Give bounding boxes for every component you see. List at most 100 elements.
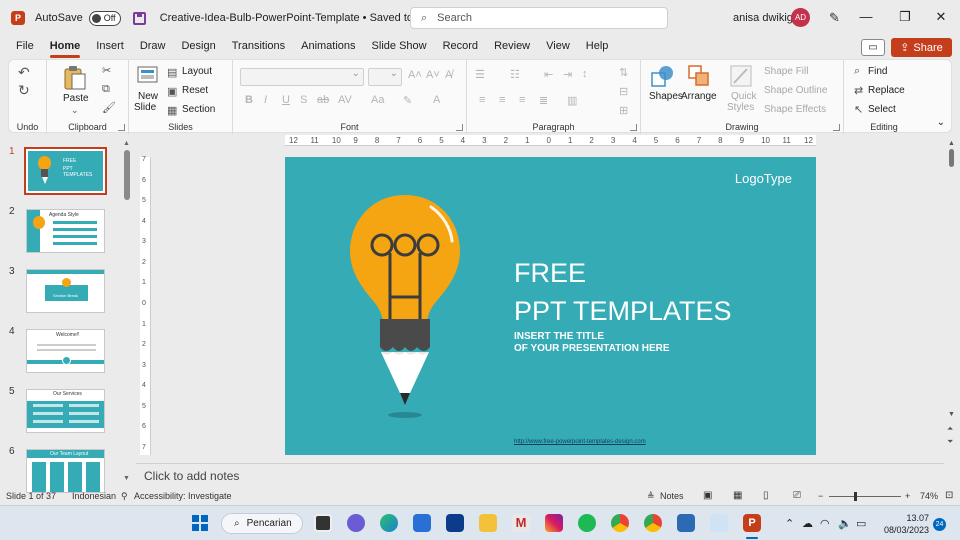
slide-sorter-icon[interactable]: ▦ [733,490,742,501]
accessibility-status[interactable]: Accessibility: Investigate [134,491,232,501]
new-slide-label-1[interactable]: New [138,91,158,102]
font-color-icon[interactable]: A [433,94,440,106]
change-case-icon[interactable]: Aa [371,94,384,106]
notes-placeholder[interactable]: Click to add notes [144,469,239,483]
tab-insert[interactable]: Insert [96,40,124,54]
slide-scrollbar[interactable]: ▲ ▼ ⏶ ⏷ [944,138,960,488]
powerpoint-taskbar-icon[interactable]: P [743,514,761,532]
tab-review[interactable]: Review [494,40,530,54]
zoom-slider[interactable] [829,496,901,497]
mcafee-icon[interactable]: M [512,514,530,532]
logo-placeholder[interactable]: LogoType [735,171,792,186]
scrollbar-thumb[interactable] [124,150,130,200]
tab-home[interactable]: Home [49,40,80,58]
shrink-font-icon[interactable]: A˅ [426,69,440,81]
text-direction-icon[interactable]: ⇅ [619,66,628,79]
notes-button[interactable]: Notes [660,491,684,501]
task-view-icon[interactable] [314,514,332,532]
slide-thumbnail[interactable]: Our Services [26,389,105,433]
tab-design[interactable]: Design [181,40,215,54]
tab-help[interactable]: Help [586,40,609,54]
minimize-icon[interactable]: — [858,9,874,24]
slide-thumbnail[interactable]: Welcome!! [26,329,105,373]
chrome-profile-icon[interactable] [644,514,662,532]
comments-button[interactable]: ▭ [861,39,885,56]
fit-to-window-icon[interactable]: ⊡ [945,490,953,501]
font-launcher-icon[interactable] [456,124,463,131]
tab-draw[interactable]: Draw [140,40,166,54]
vpn-app-icon[interactable] [446,514,464,532]
shapes-button[interactable]: Shapes [649,91,683,102]
weather-app-icon[interactable] [710,514,728,532]
wifi-icon[interactable]: ◠ [820,517,830,530]
select-button[interactable]: Select [868,104,896,115]
slideshow-icon[interactable]: ⎚ [793,490,801,501]
pen-icon[interactable]: ✎ [829,10,840,26]
reset-button[interactable]: Reset [182,85,208,96]
highlight-icon[interactable]: ✎ [403,94,412,107]
section-button[interactable]: Section [182,104,215,115]
arrange-icon[interactable] [687,64,711,88]
tab-record[interactable]: Record [443,40,478,54]
search-input[interactable]: ⌕ Search [410,7,668,29]
strikethrough-icon[interactable]: ab [317,94,329,106]
spotify-icon[interactable] [578,514,596,532]
thumbnail-scrollbar[interactable]: ▲ ▼ [123,140,131,483]
arrange-button[interactable]: Arrange [681,91,717,102]
replace-button[interactable]: Replace [868,85,905,96]
show-hidden-icons-icon[interactable]: ⌃ [785,517,794,530]
slide-thumbnail[interactable]: Our Team Layout [26,449,105,493]
windows-start-icon[interactable] [191,514,209,532]
slide-title-line-1[interactable]: FREE [514,258,586,289]
notes-pane[interactable]: Click to add notes [136,463,944,487]
italic-icon[interactable]: I [264,94,267,106]
smartart-icon[interactable]: ⊞ [619,104,628,117]
taskbar-clock[interactable]: 13.07 08/03/2023 [881,512,929,536]
align-right-icon[interactable]: ≡ [519,94,525,106]
notification-badge[interactable]: 24 [933,518,946,531]
collapse-ribbon-icon[interactable]: ⌄ [937,117,945,128]
shape-effects-button[interactable]: Shape Effects [764,104,826,115]
tab-file[interactable]: File [16,40,34,54]
instagram-icon[interactable] [545,514,563,532]
align-text-icon[interactable]: ⊟ [619,85,628,98]
zoom-level[interactable]: 74% [920,491,938,501]
shapes-icon[interactable] [651,64,675,88]
bold-icon[interactable]: B [245,94,253,106]
language-indicator[interactable]: Indonesian [72,491,116,501]
restore-icon[interactable]: ❐ [897,9,913,25]
align-center-icon[interactable]: ≡ [499,94,505,106]
zoom-in-icon[interactable]: + [905,491,910,501]
paste-button[interactable]: Paste [63,93,89,104]
user-name[interactable]: anisa dwikig [733,12,793,24]
decrease-indent-icon[interactable]: ⇤ [544,68,553,81]
tab-slide-show[interactable]: Slide Show [372,40,427,54]
scrollbar-thumb[interactable] [949,149,954,167]
bullets-icon[interactable]: ☰ [475,68,485,81]
align-left-icon[interactable]: ≡ [479,94,485,106]
shape-outline-button[interactable]: Shape Outline [764,85,827,96]
format-painter-icon[interactable]: 🖌 [102,101,116,114]
slide-subtitle[interactable]: INSERT THE TITLE OF YOUR PRESENTATION HE… [514,331,670,355]
slide-title-line-2[interactable]: PPT TEMPLATES [514,296,732,327]
cloud-icon[interactable]: ☁ [802,517,813,530]
columns-icon[interactable]: ▥ [567,94,577,107]
quick-styles-label-1[interactable]: Quick [731,91,757,102]
photos-icon[interactable] [677,514,695,532]
document-title[interactable]: Creative-Idea-Bulb-PowerPoint-Template •… [160,12,452,24]
underline-icon[interactable]: U [282,94,290,106]
slide-thumbnail[interactable]: FREE PPT TEMPLATES [24,147,107,195]
tab-view[interactable]: View [546,40,570,54]
zoom-out-icon[interactable]: − [818,491,823,501]
volume-icon[interactable]: 🔈 [838,517,852,530]
share-button[interactable]: ⇪ Share [891,38,952,57]
battery-icon[interactable]: ▭ [856,517,866,530]
scroll-up-icon[interactable]: ▲ [948,140,955,147]
slide-canvas[interactable]: LogoType FREE PPT TEMPLATES INSERT THE T… [285,157,816,455]
save-icon[interactable] [132,11,146,25]
drawing-launcher-icon[interactable] [833,124,840,131]
autosave-toggle[interactable]: Off [88,10,121,26]
microsoft-store-icon[interactable] [413,514,431,532]
char-spacing-icon[interactable]: AV [338,94,352,106]
shape-fill-button[interactable]: Shape Fill [764,66,808,77]
